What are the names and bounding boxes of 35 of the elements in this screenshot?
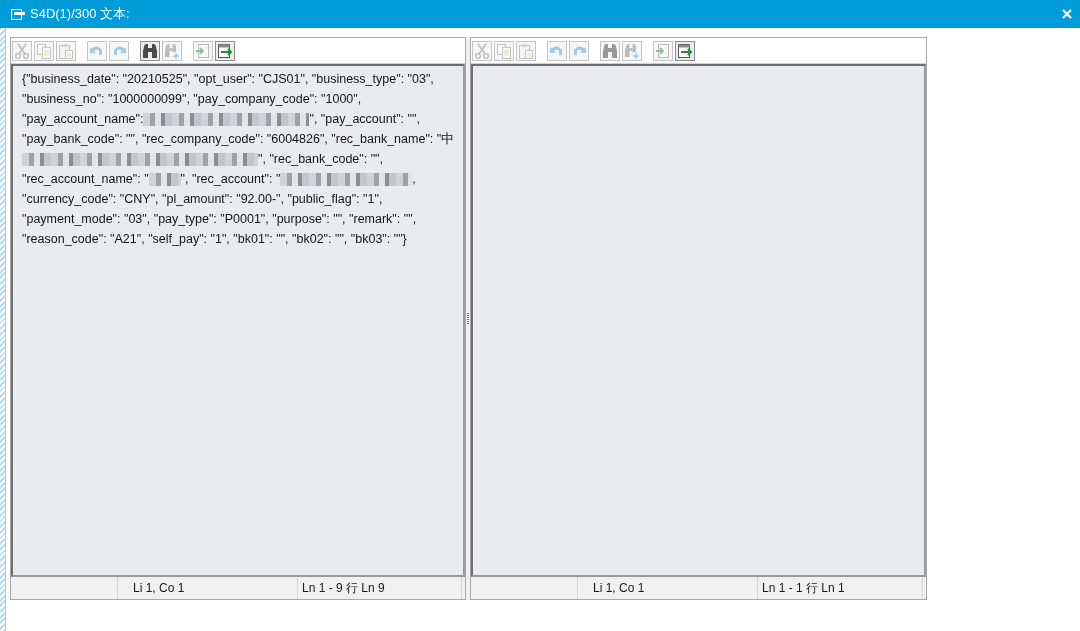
splitter-handle[interactable] — [466, 37, 470, 600]
window-title: S4D(1)/300 文本: — [30, 5, 130, 23]
close-button[interactable] — [1062, 9, 1072, 19]
binoculars-plus-icon — [164, 42, 180, 59]
cursor-position: Li 1, Co 1 — [593, 581, 645, 595]
scissors-icon — [14, 42, 30, 59]
code-text: , — [412, 171, 416, 188]
stacked-pages-icon — [496, 42, 512, 59]
code-text: "pay_bank_code": "", "rec_company_code": "6004826", "rec_bank_name": "中 — [22, 131, 455, 148]
code-text: "business_no": "1000000099", "pay_company_code": "1000", — [22, 91, 362, 108]
toolbar-button[interactable] — [140, 40, 160, 61]
line-range: Ln 1 - 1 行 Ln 1 — [762, 579, 845, 597]
code-text: ", "pay_account": "", — [309, 111, 420, 128]
clipboard-icon — [518, 42, 534, 59]
code-text: "pay_account_name": — [22, 111, 144, 128]
code-text: ", "rec_account": " — [180, 171, 281, 188]
scissors-icon — [474, 42, 490, 59]
binoculars-plus-icon — [624, 42, 640, 59]
toolbar-button[interactable] — [675, 40, 695, 61]
code-text: {"business_date": "20210525", "opt_user": "CJS01", "business_type": "03", — [22, 71, 434, 88]
clipboard-icon — [58, 42, 74, 59]
code-text: "payment_mode": "03", "pay_type": "P0001", "purpose": "", "remark": "", — [22, 211, 417, 228]
window-icon — [11, 8, 25, 20]
stacked-pages-icon — [36, 42, 52, 59]
code-text: "currency_code": "CNY", "pl_amount": "92.00-", "public_flag": "1", — [22, 191, 383, 208]
toolbar-button[interactable] — [215, 40, 235, 61]
line-range: Ln 1 - 9 行 Ln 9 — [302, 579, 385, 597]
code-text: ", "rec_bank_code": "", — [258, 151, 384, 168]
cursor-position: Li 1, Co 1 — [133, 581, 185, 595]
code-text: "reason_code": "A21", "self_pay": "1", "bk01": "", "bk02": "", "bk03": ""} — [22, 231, 407, 248]
close-icon — [1062, 9, 1072, 19]
pixelated-block — [148, 172, 181, 186]
binoculars-icon — [142, 42, 158, 59]
code-text: "rec_account_name": " — [22, 171, 149, 188]
binoculars-icon — [602, 42, 618, 59]
